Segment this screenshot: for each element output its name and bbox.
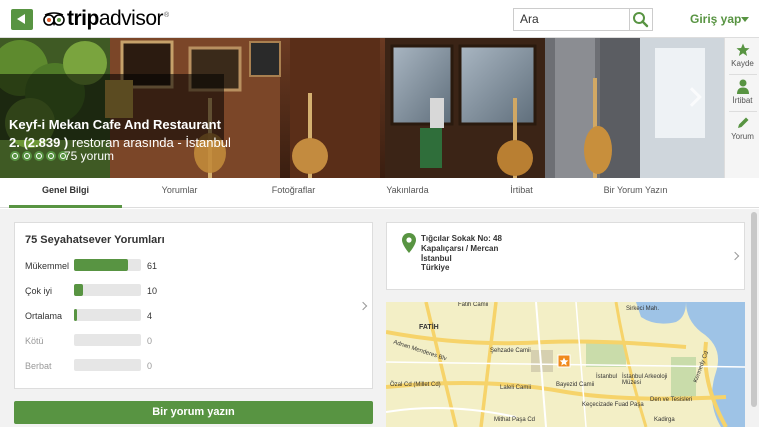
- rating-count: 0: [147, 361, 153, 371]
- map-label: Laleli Camii: [500, 385, 532, 391]
- location-map[interactable]: Fatih Camii FATİH Şehzade Camii Laleli C…: [386, 302, 745, 427]
- search-placeholder: Ara: [520, 12, 539, 26]
- reviews-summary-card[interactable]: [14, 222, 373, 389]
- address-line: Türkiye: [421, 263, 450, 272]
- address-line: İstanbul: [421, 254, 452, 263]
- review-count[interactable]: 75 yorum: [64, 149, 114, 163]
- rating-count: 10: [147, 286, 158, 296]
- map-label: İstanbul Arkeoloji Müzesi: [622, 374, 668, 386]
- rating-bubble-icon: [22, 151, 32, 161]
- logo-text-bold: trip: [67, 7, 99, 30]
- rank-number: 2. (2.839 ): [9, 135, 69, 150]
- rating-bar[interactable]: [74, 309, 141, 321]
- address-line: Kapalıçarsı / Mercan: [421, 244, 499, 253]
- rating-bar[interactable]: [74, 334, 141, 346]
- logo-trademark: ®: [164, 12, 170, 19]
- tab-bar: Genel Bilgi Yorumlar Fotoğraflar Yakınla…: [0, 178, 759, 208]
- write-review-side-button[interactable]: Yorum: [725, 116, 759, 141]
- map-label: Bayezid Camii: [556, 382, 595, 388]
- rating-label: Mükemmel: [25, 261, 70, 271]
- map-image: [386, 302, 745, 427]
- owl-logo-icon: [43, 12, 65, 26]
- rating-bar[interactable]: [74, 259, 141, 271]
- search-icon: [633, 12, 649, 28]
- map-label: Kadirga: [654, 417, 675, 423]
- save-label: Kayde: [731, 59, 754, 68]
- rating-label: Kötü: [25, 336, 44, 346]
- rating-bar[interactable]: [74, 284, 141, 296]
- rating-bar-fill: [74, 259, 129, 271]
- map-label: Özal Cd (Millet Cd): [390, 382, 441, 388]
- person-icon: [736, 79, 749, 94]
- contact-button[interactable]: İrtibat: [725, 79, 759, 105]
- app-header: tripadvisor ® Ara Giriş yap: [0, 0, 759, 38]
- divider: [729, 74, 757, 75]
- contact-label: İrtibat: [732, 96, 753, 105]
- tab-general-info[interactable]: Genel Bilgi: [9, 178, 122, 208]
- tripadvisor-logo: tripadvisor ®: [43, 7, 170, 30]
- logo-text-rest: advisor: [98, 7, 164, 30]
- login-link[interactable]: Giriş yap: [690, 12, 741, 26]
- restaurant-name: Keyf-i Mekan Cafe And Restaurant: [9, 117, 221, 132]
- tab-reviews[interactable]: Yorumlar: [123, 178, 236, 208]
- back-button[interactable]: [11, 9, 33, 30]
- map-label: Den ve Tesisleri: [650, 397, 693, 403]
- rating-bubble-icon: [34, 151, 44, 161]
- map-label: Fatih Camii: [458, 302, 489, 308]
- address-line: Tığcılar Sokak No: 48: [421, 234, 502, 243]
- tab-contact[interactable]: İrtibat: [465, 178, 578, 208]
- write-review-button[interactable]: Bir yorum yazın: [14, 401, 373, 424]
- rating-count: 61: [147, 261, 158, 271]
- map-pin-icon: [402, 233, 416, 253]
- search-input[interactable]: Ara: [513, 8, 630, 31]
- rating-bar-fill: [74, 284, 83, 296]
- scrollbar-thumb[interactable]: [751, 212, 757, 407]
- map-label: Sirkeci Mah.: [626, 306, 660, 312]
- rating-count: 4: [147, 311, 153, 321]
- rating-bubble-icon: [46, 151, 56, 161]
- star-icon: [736, 43, 749, 56]
- rating-count: 0: [147, 336, 153, 346]
- map-label: İstanbul: [596, 374, 618, 380]
- rating-label: Çok iyi: [25, 286, 53, 296]
- divider: [729, 111, 757, 112]
- map-label: Keçecizade Fuad Paşa: [582, 402, 644, 408]
- tab-nearby[interactable]: Yakınlarda: [351, 178, 464, 208]
- chevron-down-icon[interactable]: [741, 17, 749, 22]
- save-button[interactable]: Kayde: [725, 43, 759, 68]
- rating-label: Berbat: [25, 361, 52, 371]
- rating-bar-fill: [74, 309, 78, 321]
- map-label: FATİH: [419, 324, 439, 331]
- review-label: Yorum: [731, 132, 754, 141]
- pencil-icon: [737, 117, 748, 128]
- map-label: Mithat Paşa Cd: [494, 417, 536, 423]
- rating-bubbles: [10, 151, 68, 161]
- reviews-title: 75 Seyahatsever Yorumları: [25, 234, 165, 246]
- restaurant-ranking: 2. (2.839 ) restoran arasında - İstanbul: [9, 135, 231, 150]
- side-action-panel: Kayde İrtibat Yorum: [724, 38, 759, 178]
- rating-bubble-icon: [10, 151, 20, 161]
- rank-text: restoran arasında - İstanbul: [68, 135, 231, 150]
- map-label: Şehzade Camii: [490, 348, 531, 354]
- tab-write-review[interactable]: Bir Yorum Yazın: [579, 178, 692, 208]
- rating-bar[interactable]: [74, 359, 141, 371]
- rating-label: Ortalama: [25, 311, 63, 321]
- search-button[interactable]: [630, 8, 653, 31]
- tab-photos[interactable]: Fotoğraflar: [237, 178, 350, 208]
